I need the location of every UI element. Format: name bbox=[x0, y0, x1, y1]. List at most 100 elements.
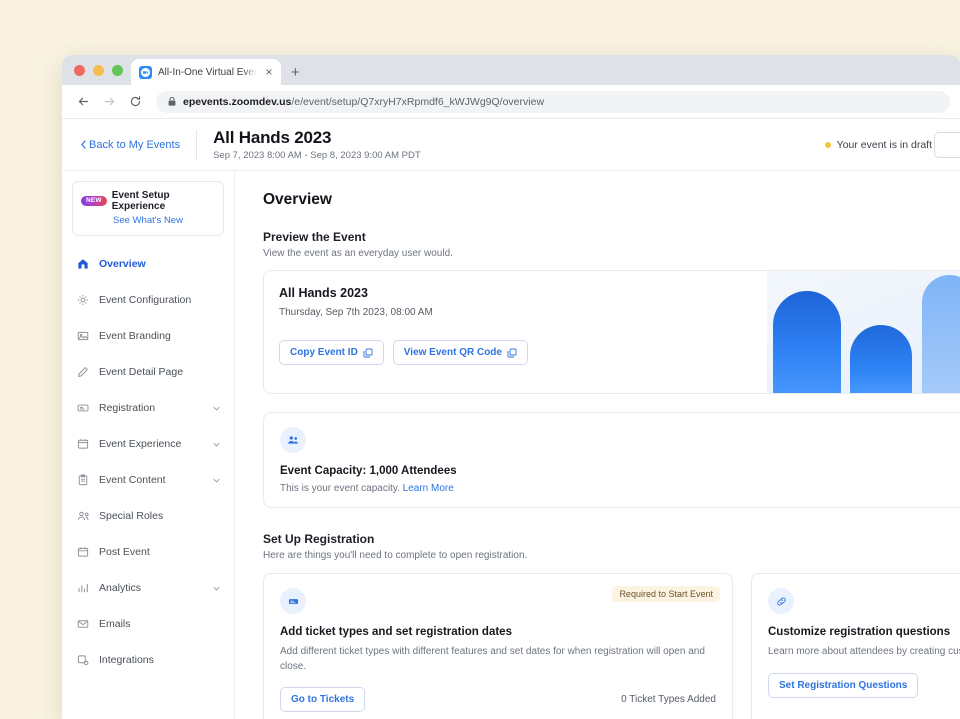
event-capacity-card: Event Capacity: 1,000 Attendees This is … bbox=[263, 412, 960, 508]
new-badge: NEW bbox=[81, 196, 107, 207]
go-to-tickets-button[interactable]: Go to Tickets bbox=[280, 687, 365, 712]
zoom-icon bbox=[139, 66, 152, 79]
sidebar-item-label: Overview bbox=[99, 258, 222, 270]
header-divider bbox=[196, 130, 197, 160]
status-label: Your event is in draft bbox=[837, 139, 932, 151]
see-whats-new-link[interactable]: See What's New bbox=[81, 215, 215, 226]
sidebar-item-event-experience[interactable]: Event Experience bbox=[62, 426, 234, 462]
clipboard-icon bbox=[76, 474, 90, 486]
sidebar-item-label: Post Event bbox=[99, 546, 222, 558]
sidebar-item-label: Event Detail Page bbox=[99, 366, 222, 378]
link-card-icon bbox=[768, 588, 794, 614]
back-to-my-events-link[interactable]: Back to My Events bbox=[80, 139, 196, 151]
chevron-left-icon bbox=[80, 140, 87, 149]
close-window-button[interactable] bbox=[74, 65, 85, 76]
page-title: All Hands 2023 bbox=[213, 128, 421, 148]
preview-card-body: All Hands 2023 Thursday, Sep 7th 2023, 0… bbox=[264, 271, 767, 393]
close-icon[interactable]: × bbox=[263, 66, 275, 78]
sidebar-item-event-content[interactable]: Event Content bbox=[62, 462, 234, 498]
promo-row: NEW Event Setup Experience bbox=[81, 190, 215, 212]
sidebar-item-label: Emails bbox=[99, 618, 222, 630]
calendar-alt-icon bbox=[76, 546, 90, 558]
capacity-sub-text: This is your event capacity. bbox=[280, 483, 400, 494]
preview-event-datetime: Thursday, Sep 7th 2023, 08:00 AM bbox=[279, 307, 767, 318]
preview-actions: Copy Event ID View Event QR Code bbox=[279, 340, 767, 365]
header-action-button[interactable] bbox=[934, 132, 960, 158]
view-event-qr-code-button[interactable]: View Event QR Code bbox=[393, 340, 528, 365]
preview-thumbnail bbox=[767, 271, 960, 393]
sidebar-item-label: Special Roles bbox=[99, 510, 222, 522]
sidebar-item-label: Event Branding bbox=[99, 330, 222, 342]
home-icon bbox=[76, 258, 90, 270]
sidebar-item-label: Analytics bbox=[99, 582, 203, 594]
image-icon bbox=[76, 330, 90, 342]
learn-more-link[interactable]: Learn More bbox=[403, 483, 454, 494]
browser-tab[interactable]: All-In-One Virtual Event Platfo × bbox=[131, 59, 281, 85]
sidebar-item-event-configuration[interactable]: Event Configuration bbox=[62, 282, 234, 318]
capacity-sub: This is your event capacity. Learn More bbox=[280, 483, 960, 494]
sidebar: NEW Event Setup Experience See What's Ne… bbox=[62, 171, 235, 719]
browser-window: All-In-One Virtual Event Platfo × + epev… bbox=[62, 55, 960, 719]
event-date-range: Sep 7, 2023 8:00 AM - Sep 8, 2023 9:00 A… bbox=[213, 150, 421, 161]
pencil-icon bbox=[76, 366, 90, 378]
promo-title: Event Setup Experience bbox=[112, 190, 215, 212]
sidebar-item-label: Event Configuration bbox=[99, 294, 222, 306]
ticket-card-icon bbox=[280, 588, 306, 614]
sidebar-item-event-branding[interactable]: Event Branding bbox=[62, 318, 234, 354]
gear-icon bbox=[76, 294, 90, 306]
registration-section-sub: Here are things you'll need to complete … bbox=[263, 550, 960, 561]
attendees-icon bbox=[280, 427, 306, 453]
new-tab-button[interactable]: + bbox=[291, 65, 300, 80]
main-content: Overview Preview the Event View the even… bbox=[235, 171, 960, 719]
chevron-down-icon bbox=[212, 440, 222, 449]
sidebar-item-label: Event Content bbox=[99, 474, 203, 486]
capacity-title: Event Capacity: 1,000 Attendees bbox=[280, 465, 960, 477]
view-qr-label: View Event QR Code bbox=[404, 347, 502, 358]
decorative-pillar-icon bbox=[850, 325, 912, 393]
overview-title: Overview bbox=[263, 191, 960, 209]
chevron-down-icon bbox=[212, 476, 222, 485]
reload-icon[interactable] bbox=[124, 91, 146, 113]
sidebar-item-emails[interactable]: Emails bbox=[62, 606, 234, 642]
calendar-icon bbox=[76, 438, 90, 450]
ticket-icon bbox=[76, 402, 90, 414]
back-icon[interactable] bbox=[72, 91, 94, 113]
registration-card-desc: Add different ticket types with differen… bbox=[280, 645, 712, 674]
copy-event-id-label: Copy Event ID bbox=[290, 347, 358, 358]
sidebar-item-special-roles[interactable]: Special Roles bbox=[62, 498, 234, 534]
lock-icon bbox=[168, 97, 177, 106]
registration-section-title: Set Up Registration bbox=[263, 532, 960, 546]
registration-cards: Required to Start Event Add ticket types… bbox=[263, 573, 960, 719]
copy-event-id-button[interactable]: Copy Event ID bbox=[279, 340, 384, 365]
url-host: epevents.zoomdev.us bbox=[183, 96, 291, 108]
event-preview-card: All Hands 2023 Thursday, Sep 7th 2023, 0… bbox=[263, 270, 960, 394]
set-registration-questions-button[interactable]: Set Registration Questions bbox=[768, 673, 918, 698]
status-badge: Your event is in draft bbox=[825, 139, 932, 151]
browser-toolbar: epevents.zoomdev.us/e/event/setup/Q7xryH… bbox=[62, 85, 960, 119]
sidebar-item-post-event[interactable]: Post Event bbox=[62, 534, 234, 570]
decorative-pillar-icon bbox=[773, 291, 841, 393]
maximize-window-button[interactable] bbox=[112, 65, 123, 76]
registration-card-tickets: Required to Start Event Add ticket types… bbox=[263, 573, 733, 719]
plug-icon bbox=[76, 654, 90, 666]
registration-card-footer: Go to Tickets 0 Ticket Types Added bbox=[280, 687, 716, 712]
address-bar[interactable]: epevents.zoomdev.us/e/event/setup/Q7xryH… bbox=[156, 91, 950, 113]
copy-icon bbox=[363, 348, 373, 358]
registration-card-title: Customize registration questions bbox=[768, 626, 960, 638]
sidebar-item-registration[interactable]: Registration bbox=[62, 390, 234, 426]
registration-card-title: Add ticket types and set registration da… bbox=[280, 626, 716, 638]
decorative-pillar-icon bbox=[922, 275, 960, 393]
chevron-down-icon bbox=[212, 404, 222, 413]
app-header: Back to My Events All Hands 2023 Sep 7, … bbox=[62, 119, 960, 171]
minimize-window-button[interactable] bbox=[93, 65, 104, 76]
envelope-icon bbox=[76, 618, 90, 630]
sidebar-item-integrations[interactable]: Integrations bbox=[62, 642, 234, 678]
preview-event-name: All Hands 2023 bbox=[279, 286, 767, 300]
header-titles: All Hands 2023 Sep 7, 2023 8:00 AM - Sep… bbox=[213, 128, 421, 161]
url-path: /e/event/setup/Q7xryH7xRpmdf6_kWJWg9Q/ov… bbox=[291, 96, 544, 108]
sidebar-item-event-detail-page[interactable]: Event Detail Page bbox=[62, 354, 234, 390]
copy-icon bbox=[507, 348, 517, 358]
sidebar-item-overview[interactable]: Overview bbox=[62, 246, 234, 282]
sidebar-item-label: Integrations bbox=[99, 654, 222, 666]
sidebar-item-analytics[interactable]: Analytics bbox=[62, 570, 234, 606]
